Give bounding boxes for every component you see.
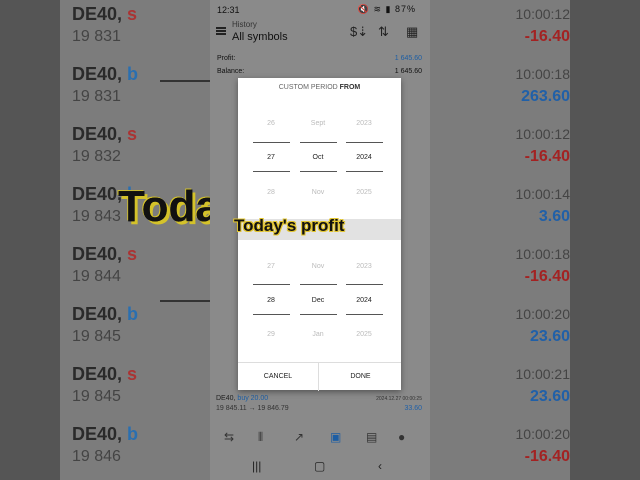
recents-icon[interactable]: ||| [252,459,261,473]
news-icon[interactable]: ▤ [366,430,377,444]
to-month-prev[interactable]: Nov [298,263,338,270]
to-day-selected[interactable]: 28 [251,297,291,304]
selection-line [253,142,290,143]
bottom-navigation: ⇆ ⫴ ↗ ▣ ▤ ● [210,424,430,450]
signal-icon: ▮ [385,4,392,14]
selection-line [253,171,290,172]
to-year-next[interactable]: 2025 [344,331,384,338]
mute-icon: 🔇 [357,4,370,14]
from-day-prev[interactable]: 26 [251,120,291,127]
selection-line [253,284,290,285]
selection-line [346,284,383,285]
battery-level: 87% [394,4,416,14]
profit-row: Profit: 1 645.60 [217,55,422,62]
bg-row: 10:00:20 -16.40 [515,426,571,465]
trade-icon[interactable]: ↗ [294,430,304,444]
bg-row: DE40, s 19 844 [72,244,138,285]
history-icon[interactable]: ▣ [330,430,341,444]
background-left-panel: DE40, s 19 831 DE40, b 19 831 DE40, s 19 83… [0,0,210,480]
home-icon[interactable]: ▢ [314,459,325,473]
bg-row: 10:00:18 263.60 [515,66,571,105]
to-month-selected[interactable]: Dec [298,297,338,304]
from-year-prev[interactable]: 2023 [344,120,384,127]
menu-icon[interactable] [216,27,226,35]
cancel-button[interactable]: CANCEL [238,363,319,391]
from-year-selected[interactable]: 2024 [344,154,384,161]
bg-row: 10:00:20 23.60 [515,306,571,345]
done-button[interactable]: DONE [320,363,401,391]
overlay-caption: Today's profit [234,216,345,235]
background-right-panel: 10:00:12 -16.40 10:00:18 263.60 10:00:12 -1… [430,0,640,480]
app-title: All symbols [232,31,288,43]
selection-line [300,142,337,143]
to-day-prev[interactable]: 27 [251,263,291,270]
chart-icon[interactable]: ⫴ [258,430,263,445]
system-navigation: ||| ▢ ‹ [210,456,430,480]
bg-row: 10:00:18 -16.40 [515,246,571,285]
from-day-next[interactable]: 28 [251,189,291,196]
bg-row: DE40, s 19 832 [72,124,138,165]
bg-row: DE40, b 19 845 [72,304,139,345]
divider [160,80,210,82]
sort-icon[interactable]: ⇅ [378,24,389,40]
to-day-next[interactable]: 29 [251,331,291,338]
status-icons: 🔇 ≋ ▮ 87% [358,4,416,15]
app-subtitle: History [232,20,257,29]
chat-icon[interactable]: ● [398,430,405,444]
status-time: 12:31 [217,5,240,15]
from-month-prev[interactable]: Sept [298,120,338,127]
quotes-icon[interactable]: ⇆ [224,430,234,444]
bg-row: DE40, b 19 846 [72,424,139,465]
back-icon[interactable]: ‹ [378,459,382,473]
dialog-title: CUSTOM PERIOD FROM [278,84,361,91]
from-year-next[interactable]: 2025 [344,189,384,196]
selection-line [300,284,337,285]
divider [160,300,210,302]
from-month-selected[interactable]: Oct [298,154,338,161]
bg-row: DE40, s 19 831 [72,4,138,45]
selection-line [346,142,383,143]
to-year-selected[interactable]: 2024 [344,297,384,304]
calendar-icon[interactable]: ▦ [406,24,418,40]
bg-row: 10:00:12 -16.40 [515,6,571,45]
status-bar: 12:31 🔇 ≋ ▮ 87% [210,0,430,18]
selection-line [253,314,290,315]
to-year-prev[interactable]: 2023 [344,263,384,270]
selection-line [300,314,337,315]
selection-line [346,171,383,172]
bg-row: 10:00:12 -16.40 [515,126,571,165]
bg-row: DE40, s 19 845 [72,364,138,405]
from-month-next[interactable]: Nov [298,189,338,196]
bg-row: 10:00:14 3.60 [515,186,571,225]
selection-line [346,314,383,315]
from-day-selected[interactable]: 27 [251,154,291,161]
to-month-next[interactable]: Jan [298,331,338,338]
currency-icon[interactable]: $⇣ [350,24,368,40]
dialog-buttons: CANCEL DONE [238,362,401,391]
bg-row: 10:00:21 23.60 [515,366,571,405]
app-bar: History All symbols $⇣ ⇅ ▦ [210,18,430,50]
bg-row: DE40, b 19 831 [72,64,139,105]
table-row[interactable]: DE40, buy 20.00 19 845.11 → 19 846.79 20… [210,392,430,418]
wifi-icon: ≋ [373,4,382,14]
selection-line [300,171,337,172]
background-caption: Toda [118,182,220,231]
